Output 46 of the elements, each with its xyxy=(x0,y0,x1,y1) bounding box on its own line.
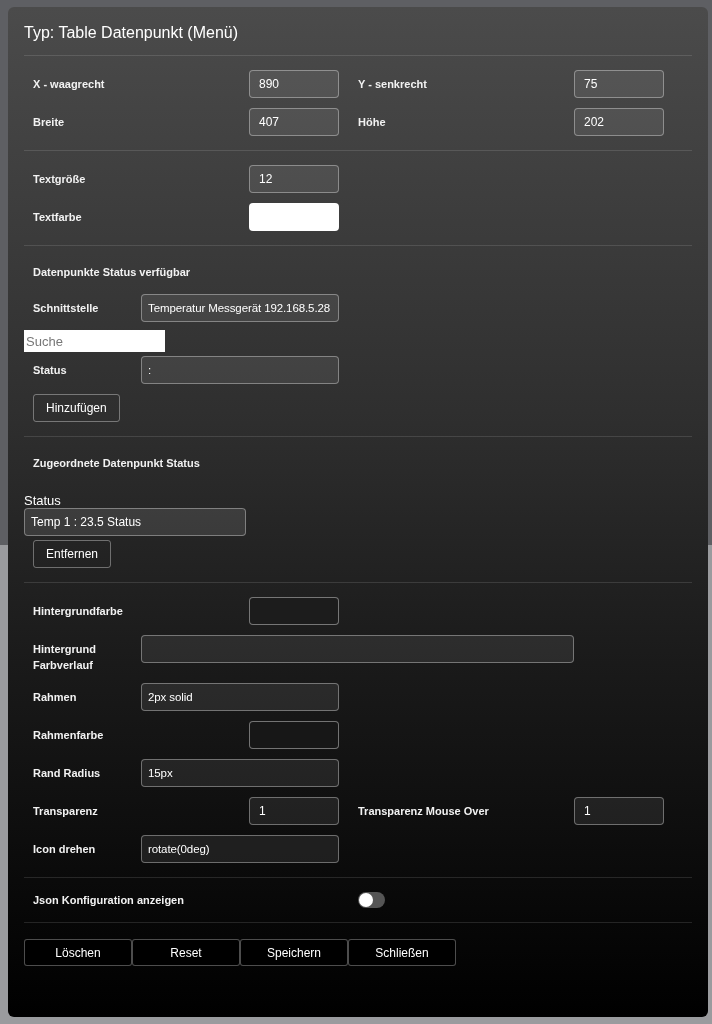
field-label: Textgröße xyxy=(33,172,87,187)
field-label: Status xyxy=(33,363,68,378)
toggle-switch[interactable] xyxy=(358,892,385,908)
field-label: Icon drehen xyxy=(33,842,97,857)
field-label: Rahmen xyxy=(33,690,78,705)
field-label: Rand Radius xyxy=(33,766,102,781)
reset-button[interactable]: Reset xyxy=(132,939,240,966)
input-field[interactable]: 2px solid xyxy=(141,683,339,711)
input-field[interactable]: 1 xyxy=(574,797,664,825)
field-label: X - waagrecht xyxy=(33,77,106,92)
field-label: Transparenz xyxy=(33,804,99,819)
close-button[interactable]: Schließen xyxy=(348,939,456,966)
field-label: Y - senkrecht xyxy=(358,77,428,92)
field-label: Schnittstelle xyxy=(33,301,100,316)
search-field[interactable]: Suche xyxy=(24,330,165,352)
list-option[interactable]: Temp 1 : 23.5 Status xyxy=(24,508,246,536)
add-button[interactable]: Hinzufügen xyxy=(33,394,120,422)
input-field[interactable]: 202 xyxy=(574,108,664,136)
remove-button[interactable]: Entfernen xyxy=(33,540,112,568)
select-field[interactable]: Temperatur Messgerät 192.168.5.28 xyxy=(141,294,339,322)
field-label: Breite xyxy=(33,115,66,130)
input-field[interactable]: rotate(0deg) xyxy=(141,835,339,863)
field-label: Höhe xyxy=(358,115,387,130)
save-button[interactable]: Speichern xyxy=(240,939,348,966)
dialog-title: Typ: Table Datenpunkt (Menü) xyxy=(24,23,240,43)
input-field[interactable]: 407 xyxy=(249,108,339,136)
field-label: Transparenz Mouse Over xyxy=(358,804,490,819)
color-field[interactable] xyxy=(249,203,339,231)
color-field[interactable] xyxy=(249,721,339,749)
toggle-label: Json Konfiguration anzeigen xyxy=(33,893,185,908)
color-field[interactable] xyxy=(249,597,339,625)
delete-button[interactable]: Löschen xyxy=(24,939,132,966)
input-field[interactable]: 15px xyxy=(141,759,339,787)
section-heading: Zugeordnete Datenpunkt Status xyxy=(32,457,201,469)
input-field[interactable]: 12 xyxy=(249,165,339,193)
input-field[interactable]: 890 xyxy=(249,70,339,98)
field-label: Textfarbe xyxy=(33,210,83,225)
select-field[interactable]: : xyxy=(141,356,339,384)
input-field[interactable]: 1 xyxy=(249,797,339,825)
input-field[interactable]: 75 xyxy=(574,70,664,98)
list-label: Status xyxy=(24,493,62,508)
input-field[interactable] xyxy=(141,635,574,663)
field-label: Hintergrundfarbe xyxy=(33,604,124,619)
field-label: Hintergrund Farbverlauf xyxy=(33,642,97,673)
field-label: Rahmenfarbe xyxy=(33,728,105,743)
section-heading: Datenpunkte Status verfügbar xyxy=(32,266,192,278)
